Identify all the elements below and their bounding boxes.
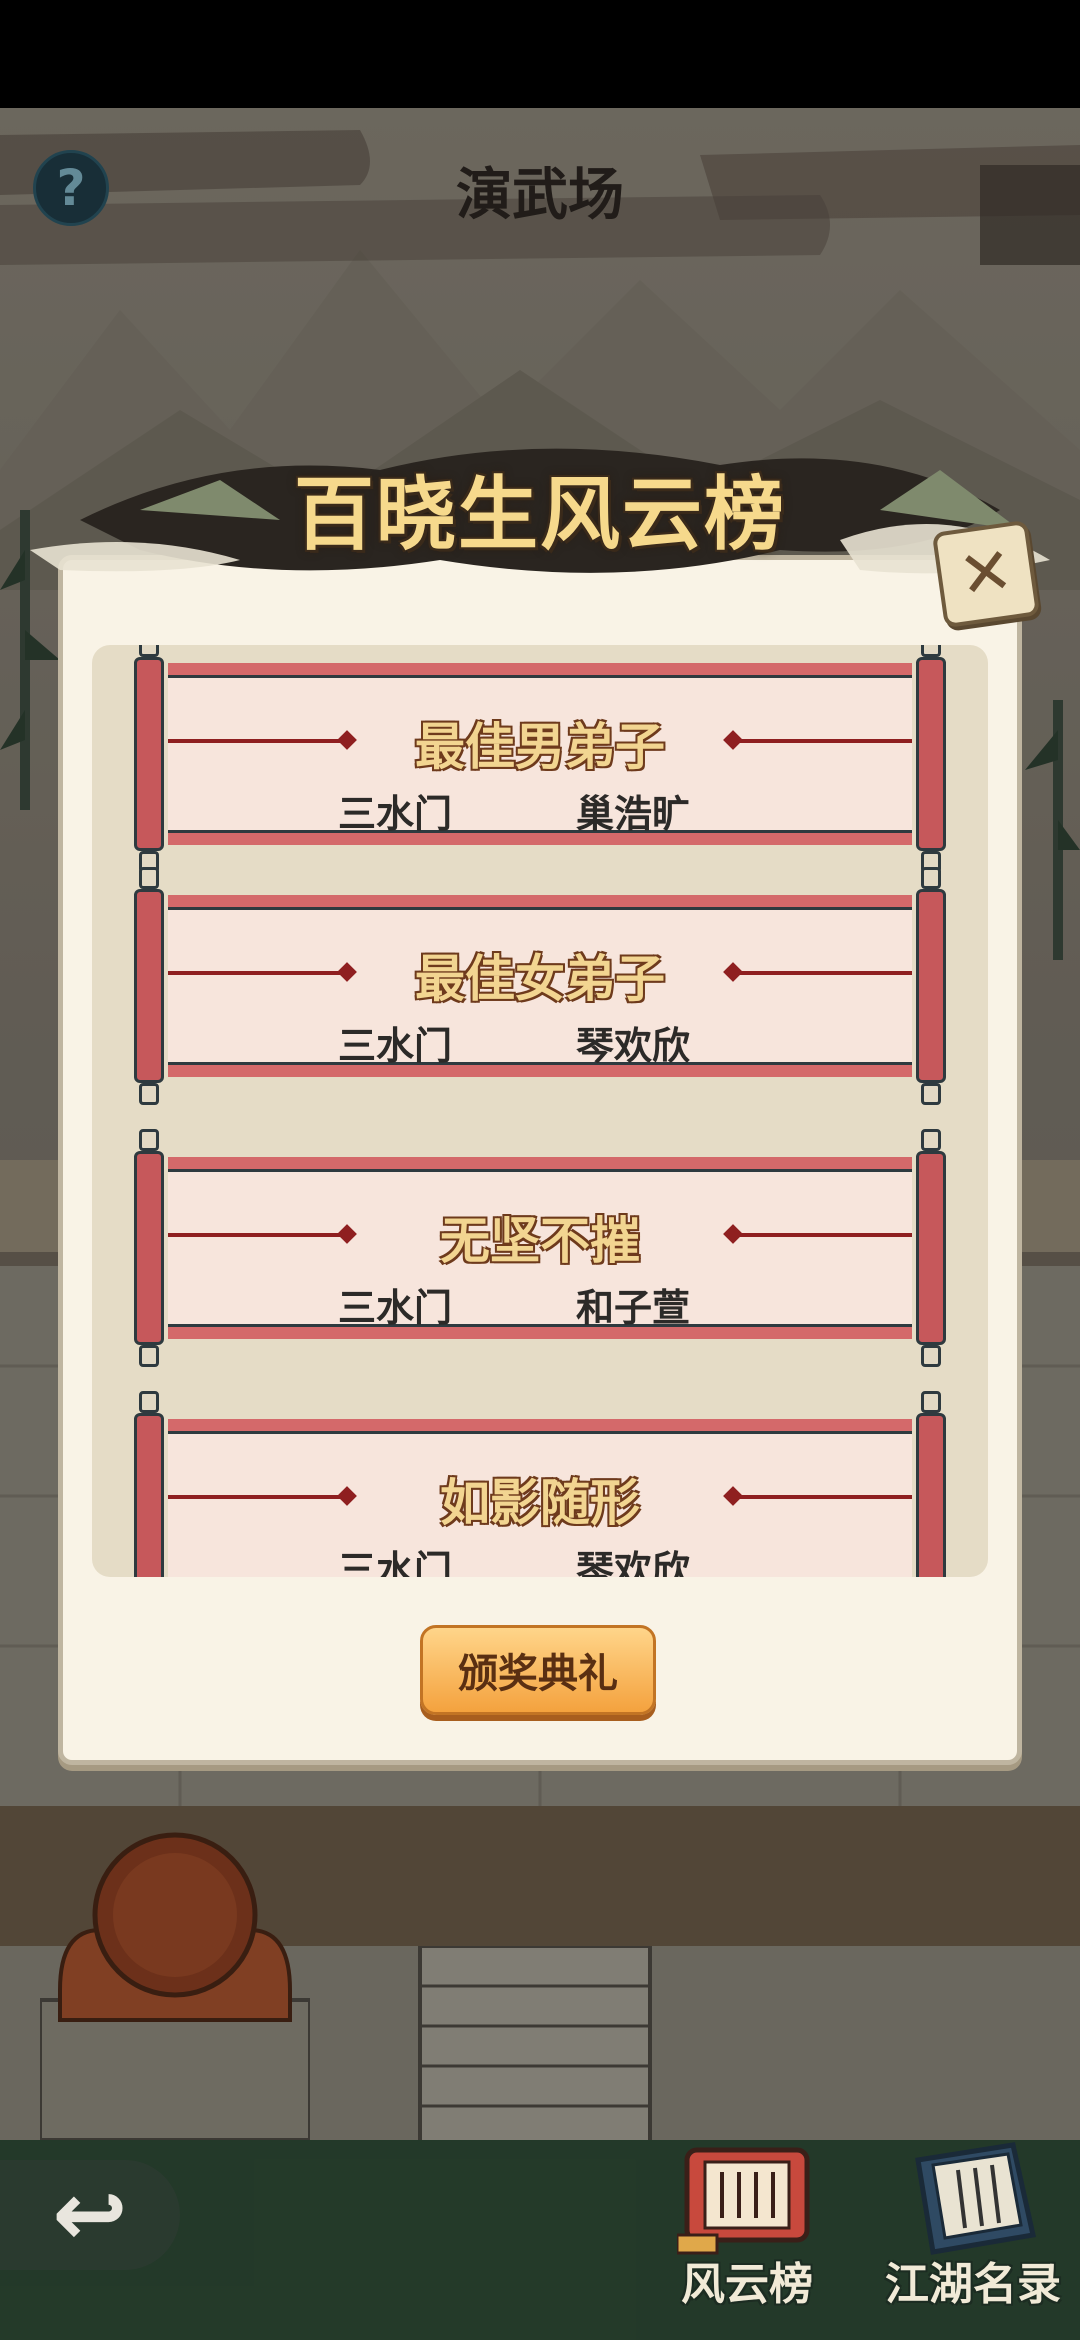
scroll-roller-right bbox=[912, 867, 950, 1105]
award-winner: 和子萱 bbox=[576, 1286, 691, 1330]
award-title: 最佳男弟子 bbox=[415, 717, 665, 776]
scroll-paper: 最佳女弟子 三水门 琴欢欣 bbox=[168, 895, 912, 1077]
award-title: 最佳女弟子 bbox=[415, 949, 665, 1008]
scroll-roller-left bbox=[130, 867, 168, 1105]
award-sect: 三水门 bbox=[338, 1286, 453, 1330]
award-ceremony-button[interactable]: 颁奖典礼 bbox=[420, 1625, 656, 1715]
award-winner: 巢浩旷 bbox=[576, 792, 691, 836]
status-bar bbox=[0, 0, 1080, 108]
scroll-roller-right bbox=[912, 1129, 950, 1367]
nav-roster-label: 江湖名录 bbox=[885, 2259, 1061, 2310]
scroll-roller-left bbox=[130, 1129, 168, 1367]
ranking-scroll-icon bbox=[677, 2147, 810, 2255]
award-sect: 三水门 bbox=[338, 1548, 453, 1577]
modal-title: 百晓生风云榜 bbox=[294, 467, 786, 561]
scroll-paper: 最佳男弟子 三水门 巢浩旷 bbox=[168, 663, 912, 845]
nav-ranking[interactable]: 风云榜 bbox=[652, 2140, 842, 2320]
scroll-roller-left bbox=[130, 1391, 168, 1577]
nav-ranking-label: 风云榜 bbox=[681, 2259, 813, 2310]
award-sect: 三水门 bbox=[338, 792, 453, 836]
close-icon: ✕ bbox=[954, 533, 1018, 615]
scroll-roller-right bbox=[912, 645, 950, 873]
scroll-roller-left bbox=[130, 645, 168, 873]
award-title: 如影随形 bbox=[440, 1473, 640, 1532]
award-sect: 三水门 bbox=[338, 1024, 453, 1068]
award-winner: 琴欢欣 bbox=[576, 1024, 691, 1068]
scroll-roller-right bbox=[912, 1391, 950, 1577]
award-scroll-row: 无坚不摧 三水门 和子萱 bbox=[130, 1129, 950, 1367]
award-title: 无坚不摧 bbox=[440, 1211, 640, 1270]
award-scroll-row: 如影随形 三水门 琴欢欣 bbox=[130, 1391, 950, 1577]
back-arrow-icon: ↩ bbox=[52, 2162, 128, 2267]
award-list[interactable]: 最佳男弟子 三水门 巢浩旷 最佳女弟子 三水门 琴欢欣 无坚不摧 三水门 和子萱 bbox=[92, 645, 988, 1577]
close-button[interactable]: ✕ bbox=[931, 519, 1041, 629]
nav-roster[interactable]: 江湖名录 bbox=[878, 2140, 1068, 2320]
award-scroll-row: 最佳男弟子 三水门 巢浩旷 bbox=[130, 645, 950, 873]
award-scroll-row: 最佳女弟子 三水门 琴欢欣 bbox=[130, 867, 950, 1105]
back-button[interactable]: ↩ bbox=[0, 2160, 180, 2270]
roster-book-icon bbox=[915, 2142, 1037, 2255]
award-winner: 琴欢欣 bbox=[576, 1548, 691, 1577]
scroll-paper: 如影随形 三水门 琴欢欣 bbox=[168, 1419, 912, 1577]
scroll-paper: 无坚不摧 三水门 和子萱 bbox=[168, 1157, 912, 1339]
